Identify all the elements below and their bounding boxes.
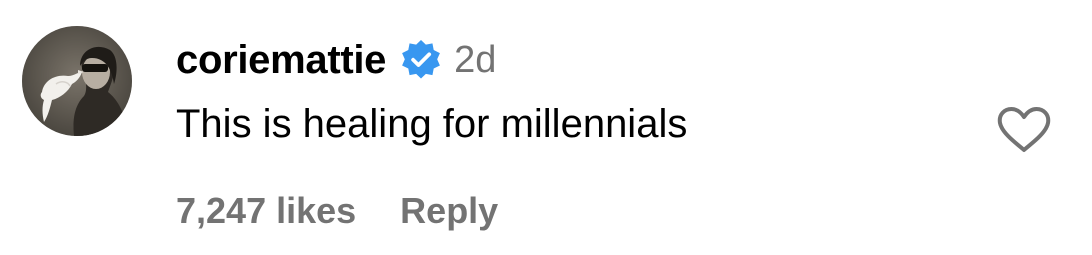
avatar-photo	[22, 26, 132, 136]
comment-actions: 7,247 likes Reply	[176, 186, 498, 236]
avatar[interactable]	[22, 26, 132, 136]
likes-count[interactable]: 7,247 likes	[176, 190, 356, 232]
comment-text: This is healing for millennials	[176, 102, 688, 146]
comment-timestamp[interactable]: 2d	[454, 39, 496, 82]
comment: coriemattie 2d This is healing for mille…	[0, 0, 1092, 255]
verified-badge-icon	[400, 39, 442, 81]
reply-button[interactable]: Reply	[400, 190, 498, 232]
heart-outline-icon[interactable]	[996, 106, 1052, 154]
comment-header: coriemattie 2d	[176, 32, 496, 88]
username[interactable]: coriemattie	[176, 38, 386, 83]
